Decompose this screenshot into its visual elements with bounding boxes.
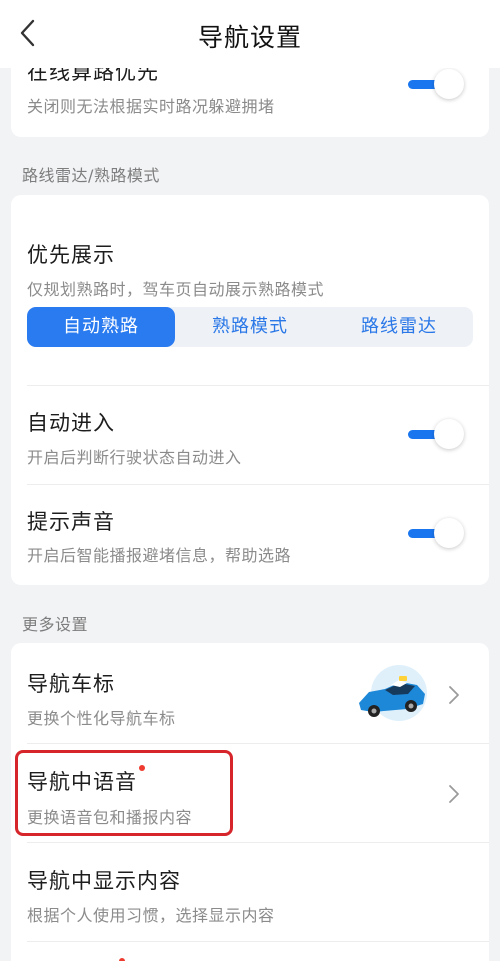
divider	[27, 941, 489, 942]
chevron-right-icon	[449, 686, 459, 704]
display-content-row[interactable]: 导航中显示内容 根据个人使用习惯，选择显示内容	[11, 843, 489, 941]
car-avatar-icon	[359, 665, 427, 721]
display-content-subtitle: 根据个人使用习惯，选择显示内容	[27, 906, 275, 925]
sound-title: 提示声音	[27, 510, 115, 534]
top-nav-bar: 导航设置	[0, 0, 500, 68]
priority-display-subtitle: 仅规划熟路时，驾车页自动展示熟路模式	[27, 280, 325, 299]
auto-enter-toggle[interactable]	[408, 419, 464, 449]
online-routing-toggle[interactable]	[408, 69, 464, 99]
seg-option-auto-familiar[interactable]: 自动熟路	[27, 307, 175, 347]
toggle-knob	[434, 419, 464, 449]
priority-display-title: 优先展示	[27, 243, 115, 267]
toggle-knob	[434, 69, 464, 99]
sound-toggle[interactable]	[408, 518, 464, 548]
car-icon-title: 导航车标	[27, 672, 115, 696]
auto-enter-title: 自动进入	[27, 411, 115, 435]
auto-enter-subtitle: 开启后判断行驶状态自动进入	[27, 448, 242, 467]
car-icon-subtitle: 更换个性化导航车标	[27, 709, 176, 728]
display-content-title: 导航中显示内容	[27, 869, 181, 893]
page-title: 导航设置	[197, 23, 302, 52]
highlight-annotation	[15, 750, 233, 836]
car-icon-row[interactable]: 导航车标 更换个性化导航车标	[11, 643, 489, 743]
radar-settings-card: 优先展示 仅规划熟路时，驾车页自动展示熟路模式 自动熟路 熟路模式 路线雷达 自…	[11, 195, 489, 585]
divider	[27, 385, 489, 386]
seg-option-route-radar[interactable]: 路线雷达	[325, 307, 473, 347]
divider	[27, 484, 489, 485]
online-routing-subtitle: 关闭则无法根据实时路况躲避拥堵	[27, 97, 275, 116]
section-label-radar: 路线雷达/熟路模式	[22, 166, 160, 185]
section-label-more: 更多设置	[22, 615, 89, 634]
sound-subtitle: 开启后智能播报避堵信息，帮助选路	[27, 546, 292, 565]
priority-segmented-control: 自动熟路 熟路模式 路线雷达	[27, 307, 473, 347]
seg-option-familiar-mode[interactable]: 熟路模式	[176, 307, 324, 347]
toggle-knob	[434, 518, 464, 548]
chevron-right-icon	[449, 785, 459, 803]
